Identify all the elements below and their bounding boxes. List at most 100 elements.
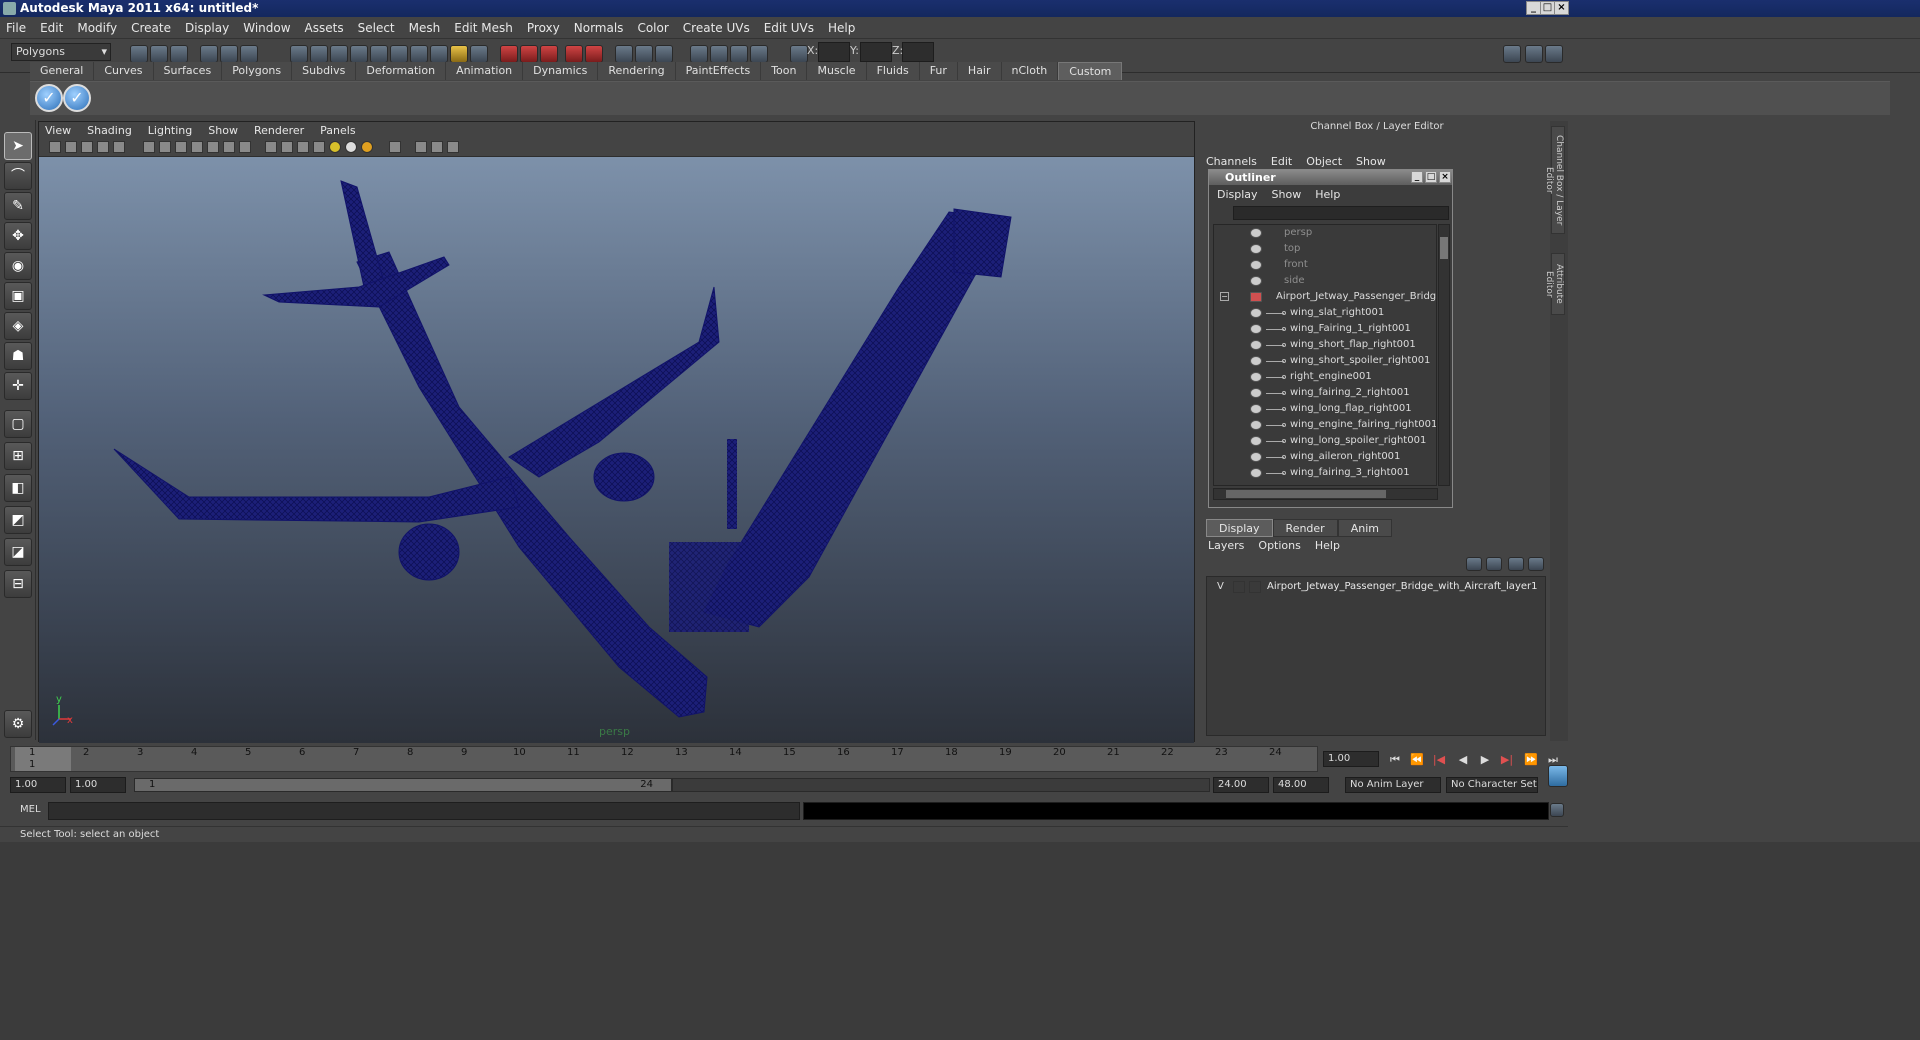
- menu-file[interactable]: File: [6, 21, 26, 35]
- outliner-row-child[interactable]: wing_engine_fairing_right001: [1214, 417, 1436, 433]
- outliner-filter-input[interactable]: [1233, 206, 1449, 220]
- layer-move-down-icon[interactable]: [1528, 557, 1544, 571]
- cb-menu-channels[interactable]: Channels: [1206, 155, 1257, 168]
- step-forward-frame-icon[interactable]: ⏩: [1522, 753, 1540, 767]
- play-forwards-icon[interactable]: ▶: [1476, 753, 1494, 767]
- open-scene-icon[interactable]: [150, 45, 168, 63]
- toggle-outliner-icon[interactable]: [1525, 45, 1543, 63]
- field-chart-icon[interactable]: [191, 141, 203, 153]
- shelf-tab-rendering[interactable]: Rendering: [598, 62, 676, 80]
- shelf-tab-curves[interactable]: Curves: [94, 62, 154, 80]
- layer-list[interactable]: V Airport_Jetway_Passenger_Bridge_with_A…: [1206, 576, 1546, 736]
- layout-side-icon[interactable]: [730, 45, 748, 63]
- gate-mask-icon[interactable]: [175, 141, 187, 153]
- mel-label[interactable]: MEL: [20, 804, 41, 815]
- range-slider[interactable]: 1 24: [134, 778, 672, 792]
- command-input[interactable]: [48, 802, 800, 820]
- shelf-tab-general[interactable]: General: [30, 62, 95, 80]
- hypershade-layout-icon[interactable]: ◪: [4, 538, 32, 566]
- new-layer-empty-icon[interactable]: [1466, 557, 1482, 571]
- menu-display[interactable]: Display: [185, 21, 229, 35]
- image-plane-icon[interactable]: [97, 141, 109, 153]
- shelf-tab-fur[interactable]: Fur: [919, 62, 958, 80]
- menu-edit[interactable]: Edit: [40, 21, 63, 35]
- vp-menu-lighting[interactable]: Lighting: [148, 124, 192, 137]
- soft-mod-tool-icon[interactable]: ☗: [4, 342, 32, 370]
- select-tool-icon[interactable]: ➤: [4, 132, 32, 160]
- outliner-row-child[interactable]: wing_slat_right001: [1214, 305, 1436, 321]
- shelf-tab-custom[interactable]: Custom: [1058, 62, 1123, 80]
- character-set-dropdown[interactable]: No Character Set: [1446, 777, 1538, 793]
- shelf-tab-muscle[interactable]: Muscle: [807, 62, 867, 80]
- select-by-object-icon[interactable]: [220, 45, 238, 63]
- outliner-menu-display[interactable]: Display: [1217, 188, 1258, 201]
- shelf-tab-polygons[interactable]: Polygons: [222, 62, 293, 80]
- select-by-component-icon[interactable]: [240, 45, 258, 63]
- toggle-attribute-icon[interactable]: [1545, 45, 1563, 63]
- lasso-tool-icon[interactable]: ⌒: [4, 162, 32, 190]
- outliner-window[interactable]: Outliner _ □ × Display Show Help persp t…: [1208, 169, 1453, 508]
- current-time-field[interactable]: 1.00: [1323, 751, 1379, 767]
- step-back-frame-icon[interactable]: ⏪: [1408, 753, 1426, 767]
- auto-key-icon[interactable]: [1548, 765, 1568, 787]
- script-editor-icon[interactable]: ⚙: [4, 710, 32, 738]
- paint-select-tool-icon[interactable]: ✎: [4, 192, 32, 220]
- close-icon[interactable]: ×: [1554, 1, 1569, 15]
- menu-color[interactable]: Color: [637, 21, 668, 35]
- playback-start-field[interactable]: 1.00: [70, 777, 126, 793]
- camera-text-icon[interactable]: [239, 141, 251, 153]
- persp-outliner-layout-icon[interactable]: ◧: [4, 474, 32, 502]
- film-gate-icon[interactable]: [143, 141, 155, 153]
- resolution-gate-icon[interactable]: [159, 141, 171, 153]
- last-tool-icon[interactable]: ✛: [4, 372, 32, 400]
- snap-grid-icon[interactable]: [290, 45, 308, 63]
- shelf-tab-deformation[interactable]: Deformation: [356, 62, 447, 80]
- toggle-panel-icon[interactable]: [1503, 45, 1521, 63]
- outliner-list[interactable]: persp top front side − Airport_Jetway_Pas…: [1213, 224, 1437, 486]
- layer-tab-anim[interactable]: Anim: [1337, 519, 1392, 537]
- shelf-tab-animation[interactable]: Animation: [446, 62, 524, 80]
- persp-graph-layout-icon[interactable]: ◩: [4, 506, 32, 534]
- smooth-shade-icon[interactable]: [281, 141, 293, 153]
- collapse-icon[interactable]: −: [1220, 292, 1229, 301]
- attribute-editor-side-tab[interactable]: Attribute Editor: [1544, 253, 1565, 315]
- go-to-start-icon[interactable]: ⏮: [1386, 753, 1404, 767]
- menu-create-uvs[interactable]: Create UVs: [683, 21, 750, 35]
- outliner-minimize-icon[interactable]: _: [1411, 171, 1423, 183]
- safe-title-icon[interactable]: [223, 141, 235, 153]
- shelf-tab-surfaces[interactable]: Surfaces: [153, 62, 223, 80]
- outliner-row-child[interactable]: wing_Fairing_1_right001: [1214, 321, 1436, 337]
- x-coord-field[interactable]: [818, 42, 850, 62]
- play-backwards-icon[interactable]: ◀: [1454, 753, 1472, 767]
- bookmark-icon[interactable]: [81, 141, 93, 153]
- new-layer-selected-icon[interactable]: [1486, 557, 1502, 571]
- snap-plane-icon[interactable]: [350, 45, 368, 63]
- menu-mesh[interactable]: Mesh: [409, 21, 441, 35]
- layout-outliner-icon[interactable]: [750, 45, 768, 63]
- minimize-icon[interactable]: _: [1526, 1, 1541, 15]
- transform-input-icon[interactable]: [790, 45, 808, 63]
- shelf-tab-hair[interactable]: Hair: [957, 62, 1002, 80]
- tool-settings-toggle-icon[interactable]: [635, 45, 653, 63]
- outliner-row-front[interactable]: front: [1214, 257, 1436, 273]
- shelf-tab-toon[interactable]: Toon: [761, 62, 808, 80]
- snap-surface-icon[interactable]: [370, 45, 388, 63]
- menu-normals[interactable]: Normals: [574, 21, 624, 35]
- outliner-vertical-scrollbar[interactable]: [1438, 224, 1450, 486]
- checkmark-icon-2[interactable]: ✓: [63, 84, 91, 112]
- wireframe-icon[interactable]: [265, 141, 277, 153]
- save-scene-icon[interactable]: [170, 45, 188, 63]
- menu-create[interactable]: Create: [131, 21, 171, 35]
- shelf-tab-dynamics[interactable]: Dynamics: [523, 62, 599, 80]
- current-frame-marker[interactable]: [15, 747, 71, 771]
- shelf-tab-subdivs[interactable]: Subdivs: [292, 62, 357, 80]
- outliner-row-side[interactable]: side: [1214, 273, 1436, 289]
- snap-live-icon[interactable]: [390, 45, 408, 63]
- outliner-row-child[interactable]: wing_fairing_2_right001: [1214, 385, 1436, 401]
- input-output-icon[interactable]: [470, 45, 488, 63]
- vp-menu-view[interactable]: View: [45, 124, 71, 137]
- layer-row[interactable]: V Airport_Jetway_Passenger_Bridge_with_A…: [1211, 579, 1543, 595]
- lock-icon[interactable]: [450, 45, 468, 63]
- textured-icon[interactable]: [313, 141, 325, 153]
- vp-menu-renderer[interactable]: Renderer: [254, 124, 304, 137]
